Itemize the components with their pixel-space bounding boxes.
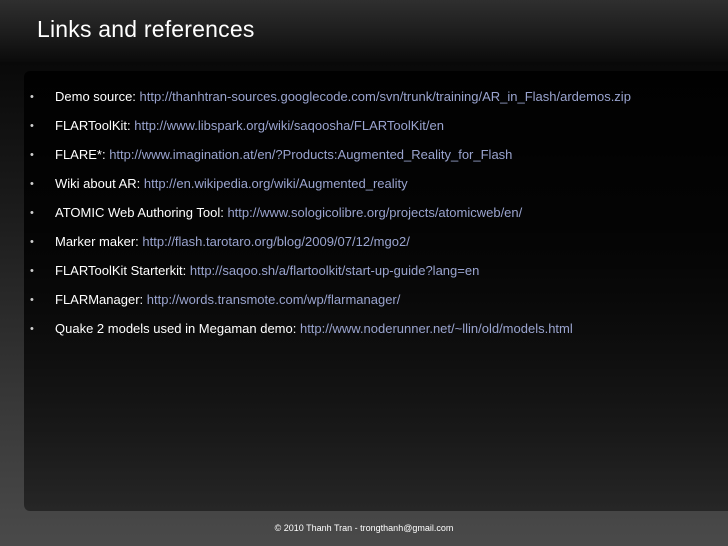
list-item-text: FLARToolKit: http://www.libspark.org/wik… <box>55 117 444 135</box>
reference-list: • Demo source: http://thanhtran-sources.… <box>30 88 726 349</box>
reference-label: Marker maker: <box>55 234 143 249</box>
reference-link[interactable]: http://www.noderunner.net/~llin/old/mode… <box>300 321 573 336</box>
bullet-icon: • <box>30 294 34 306</box>
slide-title: Links and references <box>37 16 255 42</box>
list-item-text: Marker maker: http://flash.tarotaro.org/… <box>55 233 410 251</box>
list-item: • Demo source: http://thanhtran-sources.… <box>30 88 726 117</box>
reference-link[interactable]: http://words.transmote.com/wp/flarmanage… <box>147 292 401 307</box>
bullet-icon: • <box>30 91 34 103</box>
list-item: • FLARToolKit Starterkit: http://saqoo.s… <box>30 262 726 291</box>
slide: Links and references • Demo source: http… <box>0 0 728 546</box>
reference-link[interactable]: http://en.wikipedia.org/wiki/Augmented_r… <box>144 176 408 191</box>
list-item: • FLARToolKit: http://www.libspark.org/w… <box>30 117 726 146</box>
bullet-icon: • <box>30 207 34 219</box>
copyright-footer: © 2010 Thanh Tran - trongthanh@gmail.com <box>274 523 454 533</box>
reference-link[interactable]: http://saqoo.sh/a/flartoolkit/start-up-g… <box>190 263 479 278</box>
list-item-text: Wiki about AR: http://en.wikipedia.org/w… <box>55 175 408 193</box>
bullet-icon: • <box>30 120 34 132</box>
bullet-icon: • <box>30 323 34 335</box>
list-item: • Quake 2 models used in Megaman demo: h… <box>30 320 726 349</box>
reference-link[interactable]: http://www.sologicolibre.org/projects/at… <box>227 205 522 220</box>
list-item: • ATOMIC Web Authoring Tool: http://www.… <box>30 204 726 233</box>
title-bar: Links and references <box>0 0 728 62</box>
bullet-icon: • <box>30 236 34 248</box>
list-item: • Wiki about AR: http://en.wikipedia.org… <box>30 175 726 204</box>
list-item: • Marker maker: http://flash.tarotaro.or… <box>30 233 726 262</box>
reference-link[interactable]: http://thanhtran-sources.googlecode.com/… <box>140 89 631 104</box>
list-item-text: FLARE*: http://www.imagination.at/en/?Pr… <box>55 146 512 164</box>
reference-link[interactable]: http://www.libspark.org/wiki/saqoosha/FL… <box>134 118 444 133</box>
reference-label: Demo source: <box>55 89 140 104</box>
reference-label: Wiki about AR: <box>55 176 144 191</box>
list-item-text: Quake 2 models used in Megaman demo: htt… <box>55 320 573 338</box>
reference-label: FLARE*: <box>55 147 110 162</box>
list-item-text: FLARManager: http://words.transmote.com/… <box>55 291 400 309</box>
reference-label: ATOMIC Web Authoring Tool: <box>55 205 228 220</box>
reference-label: Quake 2 models used in Megaman demo: <box>55 321 300 336</box>
list-item: • FLARE*: http://www.imagination.at/en/?… <box>30 146 726 175</box>
reference-link[interactable]: http://flash.tarotaro.org/blog/2009/07/1… <box>142 234 409 249</box>
list-item: • FLARManager: http://words.transmote.co… <box>30 291 726 320</box>
reference-label: FLARToolKit Starterkit: <box>55 263 190 278</box>
reference-link[interactable]: http://www.imagination.at/en/?Products:A… <box>109 147 512 162</box>
list-item-text: FLARToolKit Starterkit: http://saqoo.sh/… <box>55 262 479 280</box>
bullet-icon: • <box>30 149 34 161</box>
bullet-icon: • <box>30 178 34 190</box>
reference-label: FLARToolKit: <box>55 118 135 133</box>
bullet-icon: • <box>30 265 34 277</box>
reference-label: FLARManager: <box>55 292 147 307</box>
list-item-text: Demo source: http://thanhtran-sources.go… <box>55 88 631 106</box>
list-item-text: ATOMIC Web Authoring Tool: http://www.so… <box>55 204 522 222</box>
